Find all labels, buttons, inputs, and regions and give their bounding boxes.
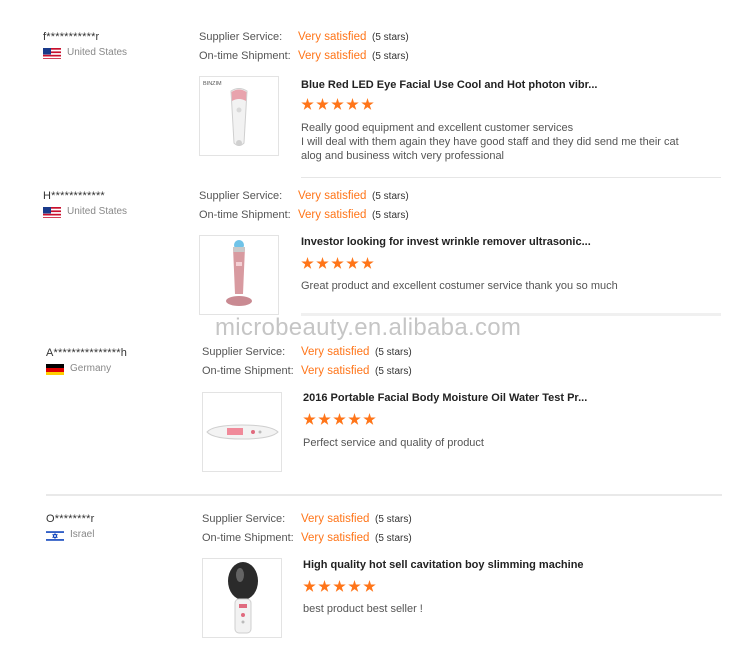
shipment-label: On-time Shipment:	[202, 532, 294, 544]
product-title-link[interactable]: High quality hot sell cavitation boy sli…	[303, 559, 584, 571]
country-name: United States	[67, 206, 128, 217]
divider	[46, 494, 722, 496]
supplier-service-stars: (5 stars)	[372, 191, 409, 202]
star-icon	[333, 580, 346, 592]
divider	[301, 177, 721, 178]
israel-flag-icon	[46, 529, 64, 541]
rating-stars	[303, 413, 378, 426]
star-icon	[301, 257, 314, 269]
cavitation-machine-image	[228, 562, 258, 634]
product-title-link[interactable]: 2016 Portable Facial Body Moisture Oil W…	[303, 392, 587, 404]
star-icon	[346, 98, 359, 110]
germany-flag-icon	[46, 363, 64, 375]
shipment-stars: (5 stars)	[372, 210, 409, 221]
supplier-service-label: Supplier Service:	[202, 513, 286, 525]
country-name: Israel	[70, 529, 95, 540]
review-text-line: Perfect service and quality of product	[303, 437, 484, 449]
ultrasonic-device-image	[226, 240, 252, 306]
star-icon	[348, 413, 361, 425]
country-name: United States	[67, 47, 128, 58]
shipment-value: Very satisfied	[301, 365, 370, 377]
moisture-tester-image	[206, 424, 279, 440]
star-icon	[331, 98, 344, 110]
product-title-link[interactable]: Investor looking for invest wrinkle remo…	[301, 236, 591, 248]
product-thumbnail[interactable]	[199, 235, 279, 315]
us-flag-icon	[43, 47, 61, 59]
rating-stars	[301, 257, 376, 270]
supplier-service-value: Very satisfied	[298, 190, 367, 202]
reviewer-name: A***************h	[46, 347, 128, 359]
review-text: Perfect service and quality of product	[303, 436, 484, 450]
watermark: microbeauty.en.alibaba.com	[215, 314, 522, 341]
star-icon	[363, 413, 376, 425]
supplier-service-stars: (5 stars)	[375, 347, 412, 358]
supplier-service-value: Very satisfied	[298, 31, 367, 43]
star-icon	[333, 413, 346, 425]
review-text: best product best seller !	[303, 602, 423, 616]
product-title-link[interactable]: Blue Red LED Eye Facial Use Cool and Hot…	[301, 79, 597, 91]
star-icon	[361, 98, 374, 110]
supplier-service-stars: (5 stars)	[375, 514, 412, 525]
star-icon	[301, 98, 314, 110]
review-text-line: I will deal with them again they have go…	[301, 136, 679, 148]
review-text: Really good equipment and excellent cust…	[301, 121, 679, 163]
star-icon	[303, 413, 316, 425]
us-flag-icon	[43, 206, 61, 218]
supplier-service-label: Supplier Service:	[199, 31, 283, 43]
shipment-value: Very satisfied	[298, 209, 367, 221]
star-icon	[363, 580, 376, 592]
rating-stars	[301, 98, 376, 111]
shipment-stars: (5 stars)	[375, 533, 412, 544]
led-eye-device-image: BINZIM	[203, 81, 248, 146]
shipment-label: On-time Shipment:	[202, 365, 294, 377]
reviewer-info: H************ United States	[43, 190, 193, 230]
shipment-stars: (5 stars)	[375, 366, 412, 377]
review-text-line: best product best seller !	[303, 603, 423, 615]
star-icon	[361, 257, 374, 269]
reviewer-name: H************	[43, 190, 105, 202]
star-icon	[303, 580, 316, 592]
star-icon	[316, 257, 329, 269]
shipment-label: On-time Shipment:	[199, 50, 291, 62]
reviewer-info: O********r Israel	[46, 513, 196, 553]
supplier-service-value: Very satisfied	[301, 346, 370, 358]
supplier-service-label: Supplier Service:	[202, 346, 286, 358]
star-icon	[316, 98, 329, 110]
review-text-line: Really good equipment and excellent cust…	[301, 122, 574, 134]
star-icon	[318, 580, 331, 592]
star-icon	[346, 257, 359, 269]
supplier-service-label: Supplier Service:	[199, 190, 283, 202]
review-text-line: Great product and excellent costumer ser…	[301, 280, 618, 292]
review-text: Great product and excellent costumer ser…	[301, 279, 618, 293]
shipment-value: Very satisfied	[298, 50, 367, 62]
product-brand: BINZIM	[203, 81, 222, 87]
country-name: Germany	[70, 363, 112, 374]
reviewer-name: f***********r	[43, 31, 100, 43]
reviewer-info: A***************h Germany	[46, 347, 196, 387]
supplier-service-stars: (5 stars)	[372, 32, 409, 43]
star-icon	[318, 413, 331, 425]
product-thumbnail[interactable]: BINZIM	[199, 76, 279, 156]
reviewer-name: O********r	[46, 513, 95, 525]
star-icon	[348, 580, 361, 592]
shipment-value: Very satisfied	[301, 532, 370, 544]
reviewer-info: f***********r United States	[43, 31, 193, 71]
supplier-service-value: Very satisfied	[301, 513, 370, 525]
star-icon	[331, 257, 344, 269]
shipment-stars: (5 stars)	[372, 51, 409, 62]
shipment-label: On-time Shipment:	[199, 209, 291, 221]
product-thumbnail[interactable]	[202, 392, 282, 472]
rating-stars	[303, 580, 378, 593]
product-thumbnail[interactable]	[202, 558, 282, 638]
review-text-line: alog and business witch very professiona…	[301, 150, 505, 162]
